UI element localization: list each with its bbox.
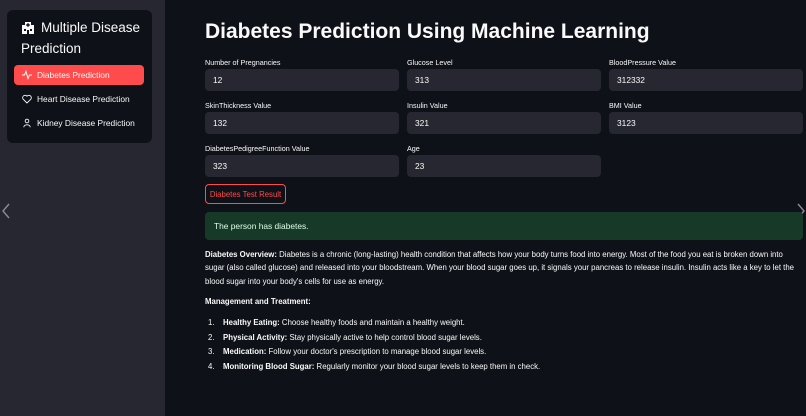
insulin-input[interactable] [407,112,601,134]
bmi-input[interactable] [609,112,803,134]
management-heading: Management and Treatment: [205,297,311,306]
menu-item-heart-disease-prediction[interactable]: Heart Disease Prediction [14,89,144,109]
insulin-label: Insulin Value [407,101,448,110]
list-item: 3. Medication: Follow your doctor's presc… [208,347,487,356]
glucose-label: Glucose Level [407,58,453,67]
overview-title: Diabetes Overview: [205,250,277,259]
skin-thickness-label: SkinThickness Value [205,101,272,110]
age-label: Age [407,144,420,153]
menu-item-label: Diabetes Prediction [37,70,110,80]
menu-item-diabetes-prediction[interactable]: Diabetes Prediction [14,65,144,85]
option-menu: Multiple Disease Prediction Diabetes Pre… [7,10,152,143]
success-alert: The person has diabetes. [205,212,803,240]
chevron-left-icon[interactable] [0,203,12,219]
blood-pressure-label: BloodPressure Value [609,58,676,67]
person-icon [23,118,31,128]
blood-pressure-input[interactable] [609,69,803,91]
glucose-input[interactable] [407,69,601,91]
management-list: 1. Healthy Eating: Choose healthy foods a… [205,318,540,376]
pregnancies-input[interactable] [205,69,399,91]
bmi-label: BMI Value [609,101,642,110]
diabetes-test-result-button[interactable]: Diabetes Test Result [205,184,286,204]
age-input[interactable] [407,155,601,177]
sidebar: Multiple Disease Prediction Diabetes Pre… [0,0,165,416]
overview-text: Diabetes is a chronic (long-lasting) hea… [205,250,794,286]
pedigree-function-label: DiabetesPedigreeFunction Value [205,144,310,153]
pedigree-function-input[interactable] [205,155,399,177]
list-item: 4. Monitoring Blood Sugar: Regularly moni… [208,361,541,371]
overview-paragraph: Diabetes Overview: Diabetes is a chronic… [205,248,801,288]
pregnancies-label: Number of Pregnancies [205,58,281,67]
heart-icon [22,94,32,104]
page-title: Diabetes Prediction Using Machine Learni… [205,20,650,43]
menu-item-label: Kidney Disease Prediction [37,118,135,128]
menu-title: Multiple Disease Prediction [21,19,149,58]
skin-thickness-input[interactable] [205,112,399,134]
menu-item-label: Heart Disease Prediction [37,94,130,104]
menu-item-kidney-disease-prediction[interactable]: Kidney Disease Prediction [14,113,144,133]
activity-icon [22,70,32,80]
hospital-icon [21,21,35,40]
menu-title-text: Multiple Disease Prediction [21,20,141,56]
list-item: 2. Physical Activity: Stay physically act… [208,332,482,342]
list-item: 1. Healthy Eating: Choose healthy foods a… [208,318,465,327]
